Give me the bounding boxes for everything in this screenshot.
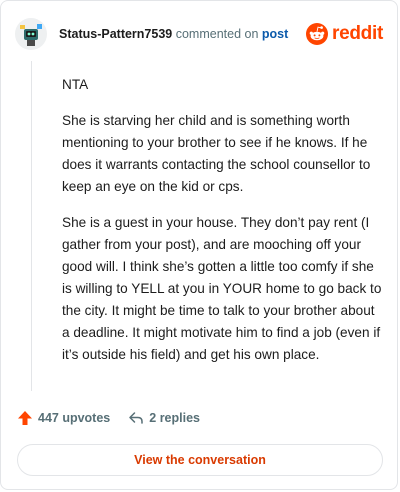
embedded-comment-card: Status-Pattern7539 commented on post red…: [0, 0, 398, 490]
comment-body: NTA She is starving her child and is som…: [62, 74, 382, 380]
thread-line: [31, 61, 32, 391]
reddit-snoo-icon: [306, 23, 329, 45]
upvote-arrow-icon: [18, 411, 32, 425]
comment-paragraph: She is a guest in your house. They don’t…: [62, 215, 382, 362]
user-avatar[interactable]: [15, 18, 47, 50]
username-link[interactable]: Status-Pattern7539: [59, 27, 172, 41]
upvote-count[interactable]: 447 upvotes: [17, 410, 110, 426]
reply-arrow-icon: [129, 412, 144, 424]
avatar-image: [15, 18, 47, 50]
reddit-logo[interactable]: reddit: [306, 23, 383, 45]
view-conversation-button[interactable]: View the conversation: [17, 444, 383, 476]
post-link[interactable]: post: [262, 27, 288, 41]
comment-paragraph: She is starving her child and is somethi…: [62, 113, 371, 194]
reddit-wordmark: reddit: [332, 23, 383, 44]
upvote-label: 447 upvotes: [38, 411, 111, 425]
reply-count[interactable]: 2 replies: [128, 410, 200, 426]
comment-header: Status-Pattern7539 commented on post red…: [15, 17, 383, 51]
byline-action: commented on: [175, 27, 259, 41]
comment-byline: Status-Pattern7539 commented on post: [59, 27, 288, 41]
comment-paragraph: NTA: [62, 77, 89, 92]
comment-stats: 447 upvotes 2 replies: [17, 410, 200, 426]
reply-label: 2 replies: [149, 411, 200, 425]
